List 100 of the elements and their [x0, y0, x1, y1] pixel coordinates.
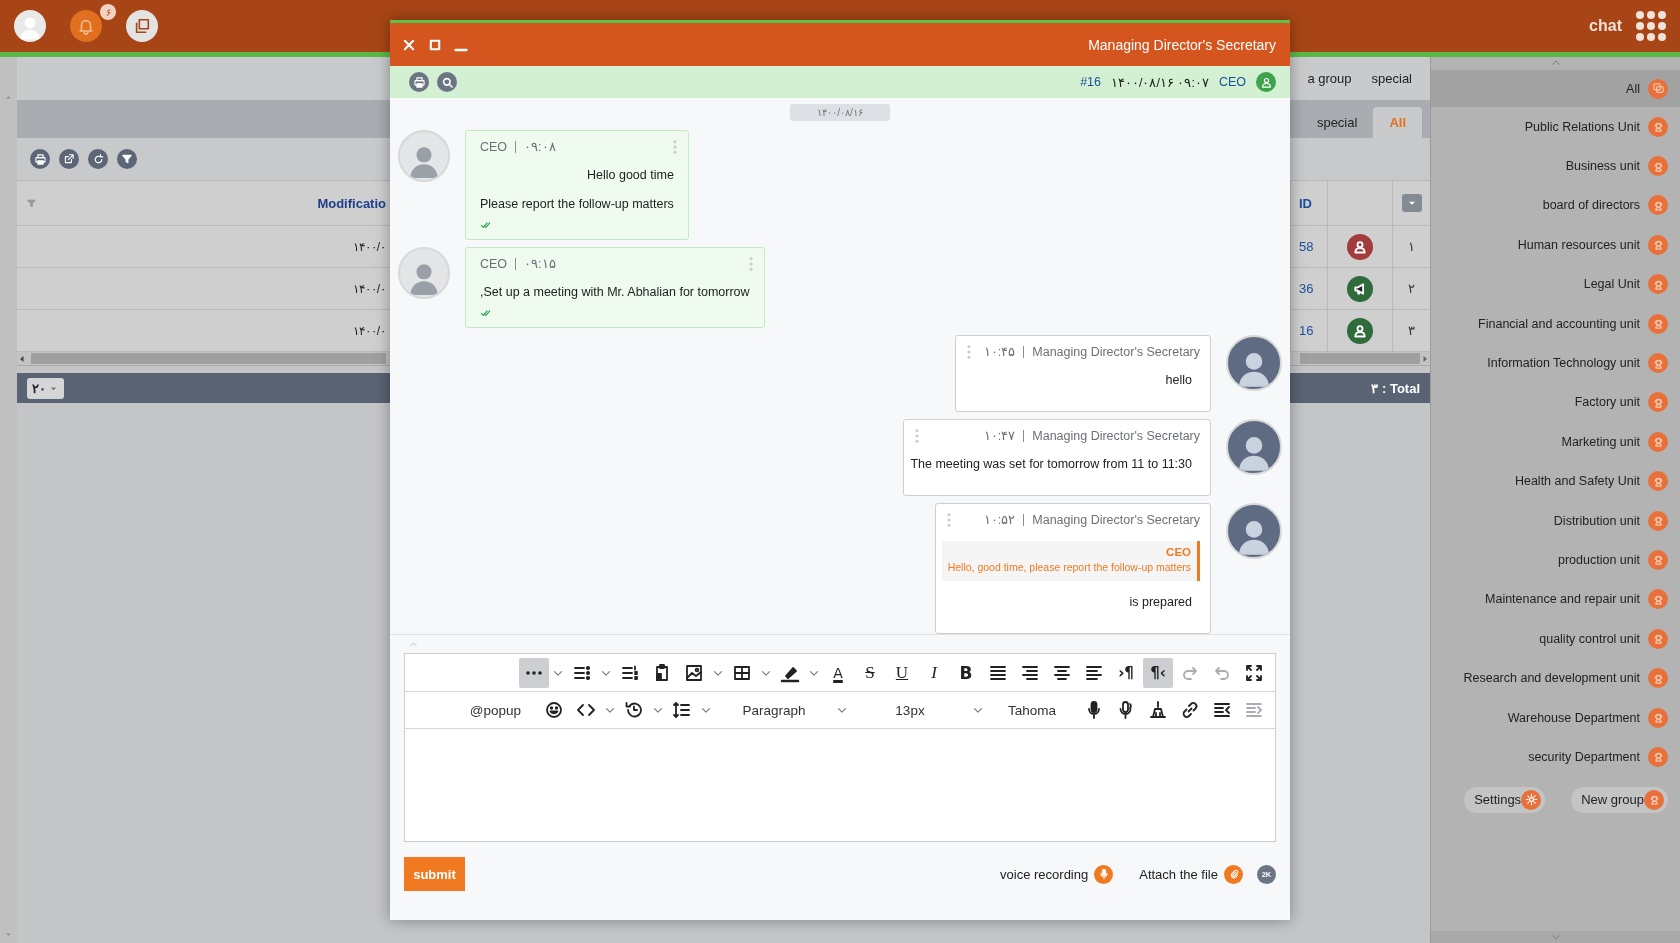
filter-tab[interactable]: a group: [1307, 71, 1352, 86]
message-time: ۱۰:۴۷: [983, 428, 1016, 443]
group-label: Information Technology unit: [1487, 356, 1640, 371]
group-item[interactable]: Public Relations Unit: [1431, 107, 1680, 147]
line-height-icon: [672, 700, 692, 720]
message-sender: CEO: [480, 256, 508, 271]
group-item[interactable]: Distribution unit: [1431, 500, 1680, 541]
close-button[interactable]: [402, 37, 416, 52]
group-label: Public Relations Unit: [1524, 119, 1640, 134]
format-select[interactable]: 13px: [851, 695, 969, 725]
group-item[interactable]: quality control unit: [1431, 619, 1680, 659]
export-button[interactable]: [59, 149, 79, 169]
message-text: ,Set up a meeting with Mr. Abhalian for tomorrow: [480, 285, 750, 299]
group-label: Distribution unit: [1553, 513, 1640, 528]
search-button[interactable]: [437, 72, 457, 92]
group-label: Research and development unit: [1463, 671, 1640, 686]
message-time: ۰۹:۰۸: [524, 139, 556, 154]
refresh-button[interactable]: [88, 149, 108, 169]
bell-icon: [77, 17, 95, 35]
message-time: ۰۹:۱۵: [524, 256, 556, 271]
message-text: is prepared: [1128, 595, 1192, 609]
message-text: Please report the follow-up matters: [480, 197, 674, 211]
print-button[interactable]: [30, 149, 50, 169]
total-count: ۳ : Total: [1371, 380, 1420, 396]
message-time: ۱۰:۴۵: [983, 344, 1016, 359]
group-item[interactable]: Information Technology unit: [1431, 343, 1680, 383]
message-sender: Managing Director's Secretary: [1032, 512, 1200, 527]
group-item[interactable]: Warehouse Department: [1431, 697, 1680, 738]
rtl-button[interactable]: ¶‹: [1143, 657, 1173, 688]
message-text: The meeting was set for tomorrow from 11 to 11:30: [910, 457, 1192, 471]
format-select[interactable]: Paragraph: [715, 695, 833, 725]
group-item[interactable]: Business unit: [1431, 146, 1680, 186]
format-select[interactable]: Tahoma: [987, 695, 1077, 725]
group-label: Factory unit: [1574, 395, 1640, 410]
minimize-icon: [454, 47, 468, 52]
ltr-button[interactable]: ›¶: [1111, 657, 1141, 688]
message-text: hello: [1164, 373, 1192, 387]
filter-button[interactable]: [117, 149, 137, 169]
more-button[interactable]: [519, 657, 549, 688]
group-label: Financial and accounting unit: [1478, 316, 1640, 331]
settings-button[interactable]: Settings: [1464, 786, 1546, 813]
group-item[interactable]: production unit: [1431, 540, 1680, 580]
group-item[interactable]: Research and development unit: [1431, 658, 1680, 698]
group-item[interactable]: Legal Unit: [1431, 264, 1680, 304]
user-avatar[interactable]: [14, 10, 46, 42]
app-title: chat: [1589, 17, 1622, 35]
windows-button[interactable]: [126, 10, 158, 42]
strikethrough-button[interactable]: S: [855, 657, 885, 688]
group-label: Marketing unit: [1561, 434, 1640, 449]
chat-datetime: ۱۴۰۰/۰۸/۱۶ ۰۹:۰۷: [1111, 74, 1209, 90]
bold-button[interactable]: B: [951, 657, 981, 688]
maximize-button[interactable]: [428, 37, 442, 52]
message-time: ۱۰:۵۲: [983, 512, 1016, 527]
filter-icon: [121, 153, 133, 165]
column-menu-button[interactable]: [1401, 194, 1422, 212]
export-icon: [63, 153, 75, 165]
group-label: All: [1626, 81, 1640, 96]
group-label: Legal Unit: [1583, 277, 1640, 292]
close-icon: [402, 37, 416, 52]
image-icon: [684, 662, 704, 683]
voice-recording-button[interactable]: voice recording: [1000, 864, 1114, 884]
group-label: Warehouse Department: [1507, 710, 1640, 725]
fullscreen-icon: [1244, 662, 1264, 683]
print-icon: [412, 75, 426, 89]
attach-file-button[interactable]: Attach the file: [1139, 864, 1243, 884]
print-button[interactable]: [409, 72, 429, 92]
group-label: Maintenance and repair unit: [1485, 592, 1640, 607]
group-item[interactable]: Health and Safety Unit: [1431, 461, 1680, 501]
group-item[interactable]: security Department: [1431, 737, 1680, 777]
group-item[interactable]: Factory unit: [1431, 382, 1680, 423]
emoji-icon: [544, 700, 564, 720]
gear-icon: [1524, 793, 1538, 807]
group-label: Human resources unit: [1517, 237, 1640, 252]
page-size-select[interactable]: ۲۰: [27, 377, 64, 399]
clear-format-icon: [1148, 700, 1168, 720]
windows-icon: [133, 17, 151, 35]
group-label: security Department: [1528, 749, 1640, 764]
new-group-button[interactable]: New group: [1571, 786, 1668, 813]
group-item[interactable]: Marketing unit: [1431, 422, 1680, 462]
group-item[interactable]: All: [1431, 70, 1680, 107]
quoted-text: Hello, good time, please report the follow-up matters: [947, 561, 1191, 573]
notification-button[interactable]: [70, 10, 102, 42]
group-item[interactable]: Financial and accounting unit: [1431, 303, 1680, 344]
mention-popup-button[interactable]: @popup: [467, 695, 523, 725]
italic-button[interactable]: I: [919, 657, 949, 688]
group-label: board of directors: [1542, 198, 1640, 213]
outdent-icon: [1244, 700, 1264, 720]
notification-badge: ۶: [100, 4, 116, 20]
group-item[interactable]: Human resources unit: [1431, 225, 1680, 265]
scrollbar-thumb[interactable]: [31, 353, 386, 364]
underline-button[interactable]: U: [887, 657, 917, 688]
font-color-button[interactable]: A: [823, 657, 853, 688]
group-item[interactable]: board of directors: [1431, 185, 1680, 226]
message-sender: CEO: [480, 139, 508, 154]
quoted-sender: CEO: [1165, 546, 1191, 558]
group-item[interactable]: Maintenance and repair unit: [1431, 579, 1680, 620]
filter-tab[interactable]: special: [1371, 71, 1412, 86]
view-tab[interactable]: special: [1300, 107, 1374, 138]
more-icon: [524, 669, 544, 676]
apps-grid-icon[interactable]: [1636, 11, 1666, 41]
